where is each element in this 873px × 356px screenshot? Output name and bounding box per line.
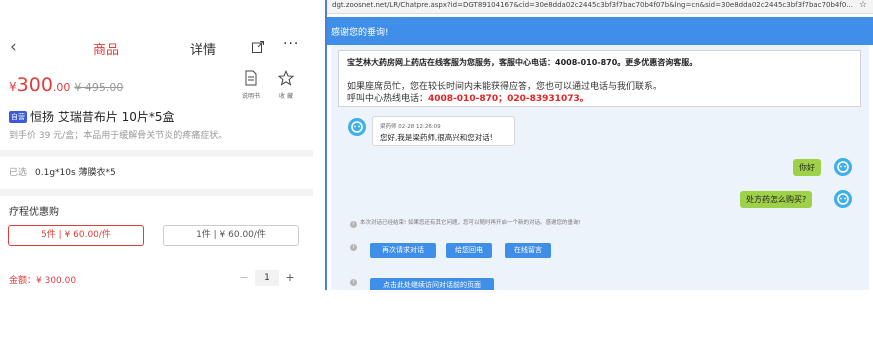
product-subtitle: 到手价 39 元/盒；本品用于缓解骨关节炎的疼痛症状。 bbox=[9, 131, 228, 141]
chat-body: 宝芝林大药房网上药店在线客服为您服务，客服中心电话：4008-010-870。更… bbox=[331, 45, 869, 290]
course-option-1[interactable]: 1件 | ¥ 60.00/件 bbox=[163, 225, 299, 246]
price-decimal: .00 bbox=[52, 81, 71, 94]
chat-window: dgt.zoosnet.net/LR/Chatpre.aspx?id=DGT89… bbox=[327, 0, 873, 290]
tab-goods[interactable]: 商品 bbox=[93, 39, 119, 58]
course-title: 疗程优惠购 bbox=[9, 207, 59, 218]
agent-message-meta: 梁药师 02-28 12:26:09 bbox=[380, 124, 441, 130]
user-message: 你好 bbox=[793, 159, 821, 176]
top-nav: ‹ 商品 详情 ··· bbox=[0, 33, 313, 61]
price-integer: 300 bbox=[16, 74, 53, 96]
selected-value: 0.1g*10s 薄膜衣*5 bbox=[35, 168, 116, 178]
agent-message-text: 您好,我是梁药师,很高兴和您对话! bbox=[380, 133, 493, 142]
hotline-phones: 4008-010-870；020-83931073。 bbox=[428, 94, 589, 104]
course-option-5[interactable]: 5件 | ¥ 60.00/件 bbox=[8, 225, 144, 246]
plus-button[interactable]: + bbox=[282, 269, 298, 287]
selected-spec[interactable]: 已选 0.1g*10s 薄膜衣*5 bbox=[9, 165, 116, 178]
product-title-row: 自营 恒扬 艾瑞昔布片 10片*5盒 bbox=[9, 108, 175, 125]
call-back-button[interactable]: 给您回电 bbox=[446, 243, 492, 258]
info-icon: i bbox=[350, 279, 357, 286]
minus-button[interactable]: − bbox=[236, 269, 252, 287]
manual-label: 说明书 bbox=[241, 93, 260, 100]
price-currency: ¥ bbox=[9, 80, 17, 94]
chat-header: 感谢您的垂询! bbox=[327, 17, 873, 45]
chat-header-title: 感谢您的垂询! bbox=[331, 28, 389, 38]
address-bar[interactable]: dgt.zoosnet.net/LR/Chatpre.aspx?id=DGT89… bbox=[327, 0, 873, 14]
share-icon[interactable] bbox=[251, 39, 265, 53]
selected-label: 已选 bbox=[9, 168, 28, 178]
section-divider bbox=[0, 150, 313, 157]
agent-avatar-icon bbox=[348, 118, 366, 136]
favorite-button[interactable]: 收 藏 bbox=[275, 69, 297, 100]
manual-button[interactable]: 说明书 bbox=[240, 70, 262, 100]
info-icon: i bbox=[350, 244, 357, 251]
tab-detail[interactable]: 详情 bbox=[190, 39, 216, 58]
price: ¥300.00 ¥ 495.00 bbox=[9, 74, 123, 96]
star-icon bbox=[277, 69, 295, 90]
user-avatar-icon bbox=[834, 158, 852, 176]
document-icon bbox=[244, 70, 258, 90]
original-price: ¥ 495.00 bbox=[74, 81, 124, 94]
url-text: dgt.zoosnet.net/LR/Chatpre.aspx?id=DGT89… bbox=[332, 1, 853, 9]
more-icon[interactable]: ··· bbox=[283, 36, 299, 52]
quantity-stepper: − 1 + bbox=[236, 269, 298, 287]
user-avatar-icon bbox=[834, 190, 852, 208]
self-operated-badge: 自营 bbox=[9, 111, 27, 123]
agent-message: 梁药师 02-28 12:26:09 您好,我是梁药师,很高兴和您对话! bbox=[372, 116, 515, 146]
service-notice: 宝芝林大药房网上药店在线客服为您服务，客服中心电话：4008-010-870。更… bbox=[338, 50, 861, 107]
info-icon: i bbox=[350, 221, 357, 228]
bookmark-star-icon[interactable]: ☆ bbox=[859, 0, 867, 10]
quantity-value[interactable]: 1 bbox=[255, 270, 279, 286]
favorite-label: 收 藏 bbox=[279, 93, 293, 100]
request-chat-again-button[interactable]: 再次请求对话 bbox=[370, 243, 436, 258]
product-title: 恒扬 艾瑞昔布片 10片*5盒 bbox=[30, 110, 175, 124]
back-icon[interactable]: ‹ bbox=[10, 39, 24, 56]
notice-line-1: 宝芝林大药房网上药店在线客服为您服务，客服中心电话：4008-010-870。更… bbox=[347, 58, 698, 67]
hotline-label: 呼叫中心热线电话： bbox=[347, 94, 429, 104]
leave-message-button[interactable]: 在线留言 bbox=[505, 243, 551, 258]
notice-line-3: 呼叫中心热线电话：4008-010-870；020-83931073。 bbox=[347, 91, 589, 104]
continue-browsing-button[interactable]: 点击此处继续访问对话前的页面 bbox=[370, 278, 494, 290]
section-divider bbox=[0, 189, 313, 196]
system-note: i 本次对话已经结束! 如果您还有其它问题，您可以随时再开启一个新的对话。感谢您的… bbox=[350, 218, 581, 228]
system-note-text: 本次对话已经结束! 如果您还有其它问题，您可以随时再开启一个新的对话。感谢您的垂… bbox=[360, 220, 581, 226]
user-message: 处方药怎么购买? bbox=[740, 191, 813, 208]
product-page: ‹ 商品 详情 ··· ¥300.00 ¥ 495.00 说明书 收 藏 自营 恒扬… bbox=[0, 0, 313, 290]
amount-total: 金额：¥ 300.00 bbox=[9, 276, 77, 286]
